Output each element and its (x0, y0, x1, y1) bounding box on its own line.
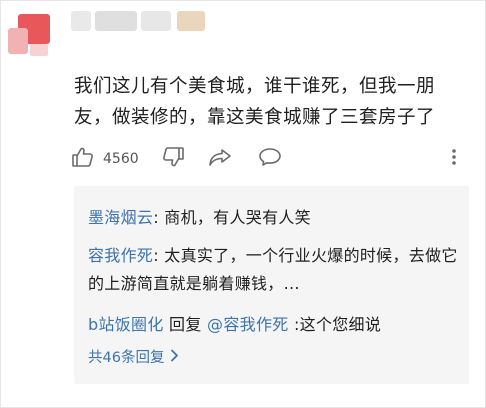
avatar-block (8, 28, 28, 54)
chevron-right-icon (170, 348, 179, 366)
reply-word: 回复 (163, 315, 208, 334)
thumbs-down-icon[interactable] (161, 145, 185, 173)
comment-text: 我们这儿有个美食城，谁干谁死，但我一朋友，做装修的，靠这美食城赚了三套房子了 (74, 76, 436, 128)
reply-separator: : (153, 208, 165, 227)
avatar[interactable] (8, 14, 54, 58)
more-replies-label: 共46条回复 (88, 350, 165, 366)
reply-separator: : (153, 246, 165, 265)
more-vertical-icon[interactable] (446, 145, 462, 173)
reply-box: 墨海烟云: 商机，有人哭有人笑 容我作死: 太真实了，一个行业火爆的时候，去做它… (74, 186, 469, 384)
reply-text: 这个您细说 (299, 315, 382, 334)
reply-text: 商机，有人哭有人笑 (164, 208, 311, 227)
share-arrow-icon[interactable] (207, 145, 233, 173)
comment-card: 我们这儿有个美食城，谁干谁死，但我一朋友，做装修的，靠这美食城赚了三套房子了 4… (0, 0, 486, 408)
reply-author[interactable]: 容我作死 (88, 246, 153, 265)
username-blurred[interactable] (71, 11, 206, 33)
reply-item[interactable]: 容我作死: 太真实了，一个行业火爆的时候，去做它的上游简直就是躺着赚钱，... (88, 242, 458, 298)
reply-separator: : (288, 315, 300, 334)
avatar-block (30, 44, 48, 56)
reply-author[interactable]: b站饭圈化 (88, 315, 164, 334)
reply-author[interactable]: 墨海烟云 (88, 208, 153, 227)
reply-target[interactable]: @容我作死 (207, 315, 289, 334)
comment-actions: 4560 (71, 143, 471, 173)
chat-bubble-icon[interactable] (257, 145, 283, 173)
reply-item[interactable]: b站饭圈化 回复 @容我作死 :这个您细说 (88, 311, 458, 339)
reply-item[interactable]: 墨海烟云: 商机，有人哭有人笑 (88, 204, 458, 232)
more-replies-link[interactable]: 共46条回复 (88, 346, 179, 367)
thumbs-up-icon[interactable] (71, 145, 95, 173)
like-count: 4560 (103, 151, 139, 167)
